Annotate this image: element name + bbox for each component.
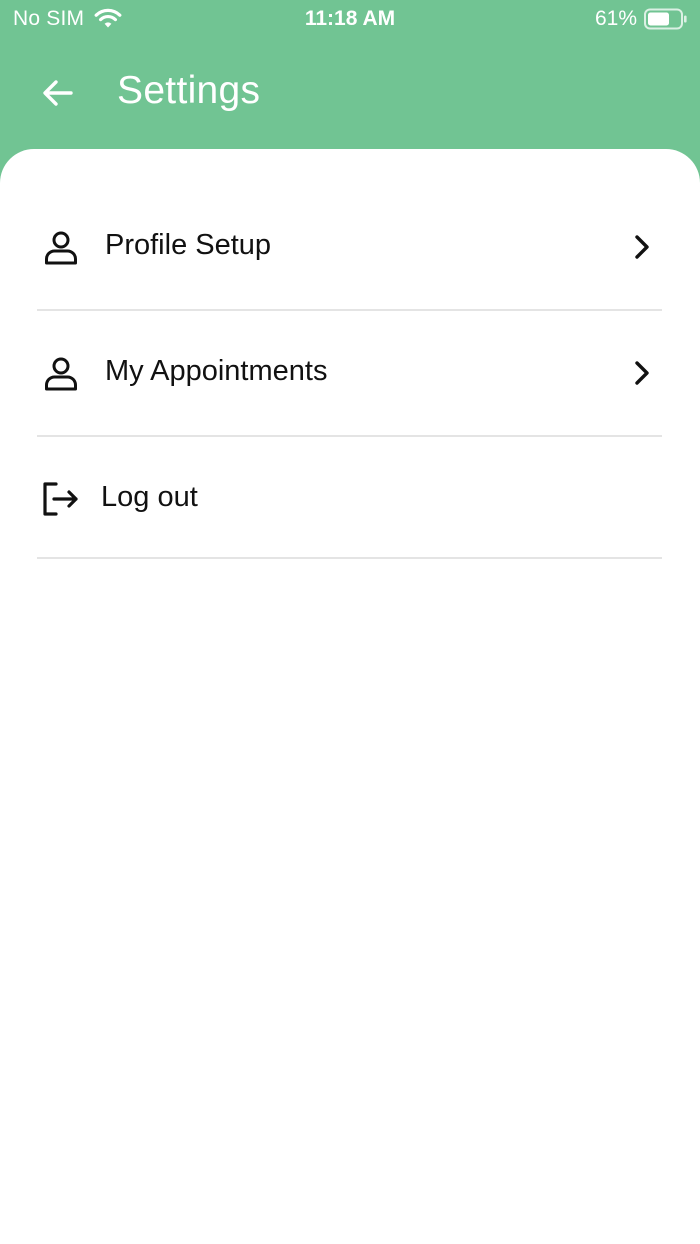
status-right: 61%: [595, 7, 688, 31]
person-icon: [45, 231, 77, 265]
status-bar: No SIM 11:18 AM 61%: [0, 0, 700, 40]
settings-sheet: Profile Setup My Appointments Log out: [0, 149, 700, 1244]
battery-icon: [644, 8, 687, 30]
page-title: Settings: [117, 69, 261, 112]
arrow-left-icon: [43, 80, 73, 106]
menu-item-label: Log out: [101, 481, 198, 513]
menu-item-log-out[interactable]: Log out: [37, 437, 662, 559]
logout-icon: [43, 482, 78, 516]
back-button[interactable]: [30, 68, 86, 118]
battery-percentage: 61%: [594, 7, 637, 30]
person-icon: [45, 357, 77, 391]
menu-item-label: My Appointments: [105, 355, 328, 387]
menu-item-label: Profile Setup: [105, 229, 272, 261]
chevron-right-icon: [635, 361, 649, 385]
menu-item-my-appointments[interactable]: My Appointments: [37, 311, 662, 437]
settings-menu: Profile Setup My Appointments Log out: [37, 185, 662, 559]
menu-item-profile-setup[interactable]: Profile Setup: [37, 185, 662, 311]
app-bar: Settings: [0, 40, 700, 150]
chevron-right-icon: [635, 235, 649, 259]
